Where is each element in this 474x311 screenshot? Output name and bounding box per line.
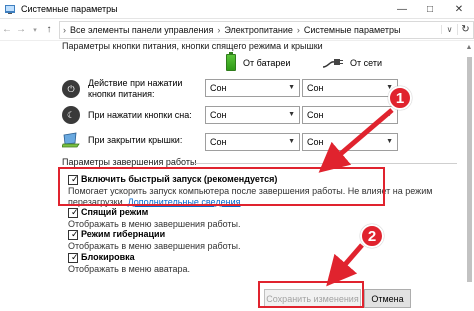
annotation-arrows — [318, 108, 394, 287]
annotation-badge-2: 2 — [360, 224, 384, 248]
annotation-badge-1: 1 — [388, 86, 412, 110]
arrow-to-save-button — [326, 243, 364, 287]
arrow-to-fast-startup — [318, 108, 394, 173]
